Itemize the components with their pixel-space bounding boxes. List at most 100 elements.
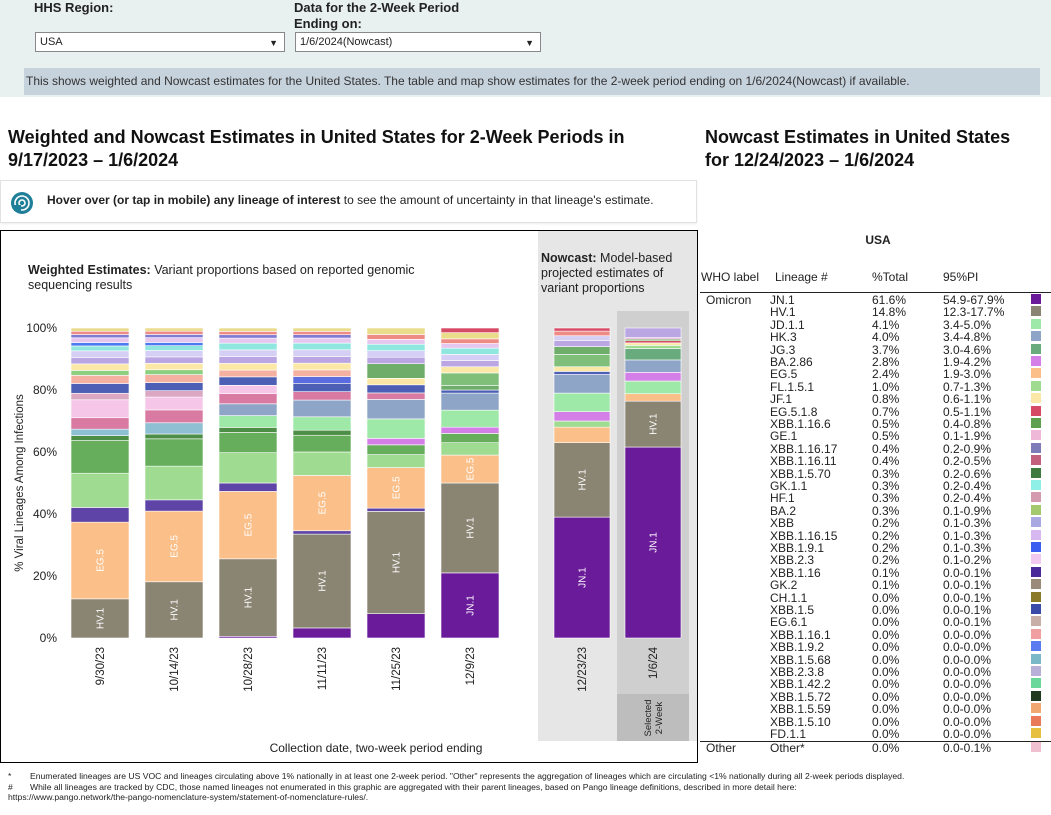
bar-segment (553, 371, 611, 375)
bar-segment (292, 356, 352, 364)
region-select-value: USA (40, 36, 63, 48)
bar-segment (553, 330, 611, 337)
table-row[interactable]: GK.2 0.1% 0.0-0.1% (700, 579, 1051, 592)
table-row[interactable]: JF.1 0.8% 0.6-1.1% (700, 393, 1051, 406)
bar-segment (144, 499, 204, 512)
bar-segment-label: EG.5 (466, 457, 477, 480)
pct-total-cell: 0.0% (872, 640, 900, 655)
bar-segment (144, 350, 204, 358)
bar-segment (366, 363, 426, 379)
bar-segment (70, 435, 130, 441)
pi-cell: 0.0-0.0% (943, 677, 992, 692)
pct-total-cell: 14.8% (872, 305, 907, 320)
header-95pi: 95%PI (943, 270, 979, 284)
y-axis-label: % Viral Lineages Among Infections (14, 394, 26, 572)
bar-segment (144, 438, 204, 467)
color-swatch (1031, 554, 1041, 565)
bar-segment-label: JN.1 (578, 567, 589, 588)
table-row[interactable]: EG.6.1 0.0% 0.0-0.1% (700, 616, 1051, 629)
pi-cell: 0.1-0.3% (943, 516, 992, 531)
region-select[interactable]: USA ▼ (35, 32, 285, 52)
footnote-link[interactable]: https://www.pango.network/the-pango-nome… (8, 792, 1048, 803)
color-swatch (1031, 690, 1041, 701)
pi-cell: 0.0-0.0% (943, 640, 992, 655)
bar-segment-label: HV.1 (466, 517, 477, 539)
bar-segment-label: HV.1 (392, 551, 403, 573)
hover-hint-bold: Hover over (or tap in mobile) any lineag… (47, 193, 341, 207)
selected-period-label-line-1: Selected (643, 700, 654, 737)
chart-svg: Weighted Estimates: Variant proportions … (14, 231, 697, 755)
color-swatch (1031, 442, 1041, 453)
color-swatch (1031, 728, 1041, 738)
table-row[interactable]: HK.3 4.0% 3.4-4.8% (700, 330, 1051, 345)
table-row[interactable]: HV.1 14.8% 12.3-17.7% (700, 305, 1051, 320)
bar-segment (553, 366, 611, 372)
bar-segment (440, 332, 500, 340)
footnote-star: * Enumerated lineages are US VOC and line… (8, 771, 1048, 782)
table-row[interactable]: EG.5 2.4% 1.9-3.0% (700, 368, 1051, 381)
bar-segment (440, 392, 500, 411)
table-row[interactable]: XBB.1.42.2 0.0% 0.0-0.0% (700, 677, 1051, 692)
bar-segment (440, 338, 500, 344)
nowcast-section-title: Nowcast Estimates in United States for 1… (705, 126, 1010, 172)
bar-segment-label: JN.1 (466, 595, 477, 616)
table-row[interactable]: XBB.1.9.2 0.0% 0.0-0.0% (700, 640, 1051, 655)
lineage-table: Omicron JN.1 61.6% 54.9-67.9% HV.1 14.8% 12.3-… (700, 292, 1051, 760)
bar-segment (292, 376, 352, 384)
bar-segment (70, 345, 130, 352)
period-select[interactable]: 1/6/2024(Nowcast) ▼ (295, 32, 541, 52)
lineage-cell: FD.1.1 (770, 727, 807, 741)
pi-cell: 3.4-4.8% (943, 330, 992, 345)
bar-segment (70, 370, 130, 376)
color-swatch (1031, 579, 1041, 590)
bar-segment (366, 438, 426, 446)
period-label-line-2: Ending on: (294, 16, 362, 31)
table-row[interactable]: XBB.2.3 0.2% 0.1-0.2% (700, 554, 1051, 567)
x-tick-label: 11/25/23 (391, 647, 403, 691)
x-tick-label: 12/9/23 (465, 647, 477, 685)
bar-segment (440, 347, 500, 355)
bar-segment (366, 334, 426, 340)
table-row[interactable]: XBB.1.16.11 0.4% 0.2-0.5% (700, 454, 1051, 469)
bar-segment (218, 369, 278, 378)
bar-segment (553, 374, 611, 394)
bar-segment (292, 342, 352, 351)
color-swatch (1031, 742, 1041, 753)
color-swatch (1031, 467, 1041, 478)
color-swatch (1031, 306, 1041, 317)
bar-segment (70, 392, 130, 401)
bar-segment (70, 399, 130, 419)
table-row[interactable]: XBB 0.2% 0.1-0.3% (700, 516, 1051, 531)
color-swatch (1031, 591, 1041, 602)
bar-segment (440, 385, 500, 391)
pct-total-cell: 0.4% (872, 454, 900, 469)
bar-segment (70, 440, 130, 474)
region-label: HHS Region: (34, 0, 114, 15)
bar-segment-label: EG.5 (170, 535, 181, 558)
bar-segment (553, 354, 611, 368)
bar-segment (218, 363, 278, 371)
bar-segment (553, 335, 611, 341)
table-row[interactable]: Other Other* 0.0% 0.0-0.1% (700, 742, 1051, 755)
filter-panel: HHS Region: USA ▼ Data for the 2-Week Pe… (0, 0, 1051, 97)
table-row[interactable]: XBB.1.5.59 0.0% 0.0-0.0% (700, 703, 1051, 716)
pct-total-cell: 0.0% (872, 727, 900, 741)
bar-segment-label: EG.5 (392, 476, 403, 499)
color-swatch (1031, 542, 1041, 552)
bar-segment (366, 392, 426, 400)
table-row[interactable]: GE.1 0.5% 0.1-1.9% (700, 430, 1051, 443)
table-row[interactable]: HF.1 0.3% 0.2-0.4% (700, 492, 1051, 505)
table-row[interactable]: FD.1.1 0.0% 0.0-0.0% (700, 728, 1051, 740)
bar-segment (70, 428, 130, 436)
touch-icon (11, 192, 33, 214)
bar-segment (440, 433, 500, 443)
color-swatch (1031, 504, 1041, 515)
bar-segment (440, 343, 500, 349)
bar-segment (218, 432, 278, 453)
bar-segment (292, 337, 352, 344)
bar-segment (292, 382, 352, 392)
bar-segment (553, 346, 611, 355)
bar-segment (218, 342, 278, 351)
color-swatch (1031, 294, 1041, 304)
header-lineage: Lineage # (775, 270, 828, 284)
